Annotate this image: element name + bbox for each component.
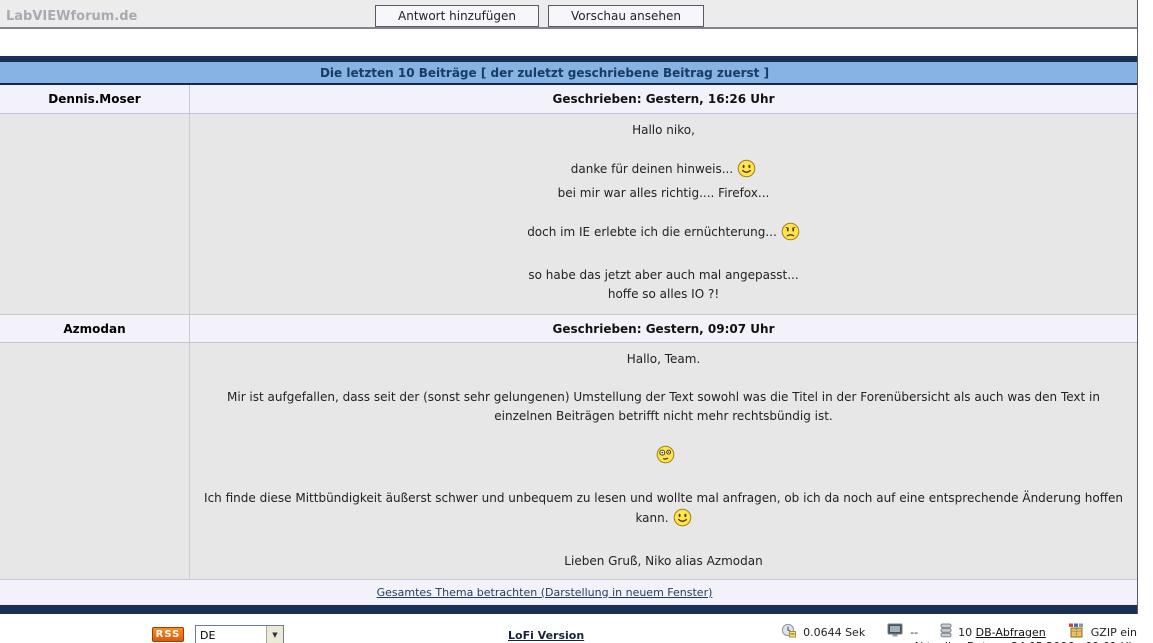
author-name: Dennis.Moser (48, 92, 141, 106)
topbar-buttons: Antwort hinzufügen Vorschau ansehen (375, 5, 704, 27)
post-text-line: so habe das jetzt aber auch mal angepass… (528, 268, 799, 282)
author-cell: Azmodan (0, 315, 190, 342)
thread-title: Die letzten 10 Beiträge [ der zuletzt ge… (319, 65, 770, 80)
post-content: Hallo, Team. Mir ist aufgefallen, dass s… (190, 343, 1137, 579)
database-icon (940, 623, 952, 641)
post-date-cell: Geschrieben: Gestern, 16:26 Uhr (190, 85, 1137, 113)
exec-time: 0.0644 Sek (803, 625, 866, 639)
post-text-line: bei mir war alles richtig.... Firefox... (557, 186, 770, 200)
smiley-smile-icon (673, 508, 692, 533)
post-content: Hallo niko, danke für deinen hinweis... b… (190, 114, 1137, 314)
post-text-line (202, 470, 1125, 489)
chevron-down-icon: ▼ (266, 626, 283, 643)
post-text-line: Mir ist aufgefallen, dass seit der (sons… (227, 390, 1100, 423)
performance-info-row: 0.0644 Sek -- 10 DB-Abfragen GZIP ein (781, 623, 1137, 641)
post-text-line: hoffe so alles IO ?! (607, 287, 720, 301)
spacer (0, 29, 1137, 56)
author-name: Azmodan (63, 321, 126, 336)
post-text-line: Hallo, Team. (626, 352, 701, 366)
post-header: Azmodan Geschrieben: Gestern, 09:07 Uhr (0, 315, 1137, 343)
post-text-line (202, 247, 1125, 266)
post-row: Dennis.Moser Geschrieben: Gestern, 16:26 … (0, 85, 1137, 315)
post-text-line: danke für deinen hinweis... (202, 159, 1125, 184)
post-text-line: Ich finde diese Mittbündigkeit äußerst s… (202, 489, 1125, 533)
gzip-compression-icon (1068, 623, 1085, 641)
smiley-smile-icon (737, 159, 756, 184)
smiley-sad-icon (781, 222, 800, 247)
post-text-line: Lieben Gruß, Niko alias Azmodan (564, 554, 763, 568)
author-cell: Dennis.Moser (0, 85, 190, 113)
post-text-line (202, 533, 1125, 552)
thread-title-bar: Die letzten 10 Beiträge [ der zuletzt ge… (0, 62, 1137, 85)
gzip-status: GZIP ein (1090, 625, 1137, 639)
site-logo: LabVIEWforum.de (6, 9, 138, 24)
clock-icon (781, 623, 797, 641)
post-date: Geschrieben: Gestern, 09:07 Uhr (552, 321, 775, 336)
posts-container: Dennis.Moser Geschrieben: Gestern, 16:26 … (0, 85, 1137, 580)
smiley-wacko-icon (656, 445, 675, 470)
post-body-left-cell (0, 343, 190, 579)
post-body-left-cell (0, 114, 190, 314)
post-header: Dennis.Moser Geschrieben: Gestern, 16:26 … (0, 85, 1137, 114)
top-bar: LabVIEWforum.de Antwort hinzufügen Vorsc… (0, 0, 1137, 29)
add-reply-button[interactable]: Antwort hinzufügen (375, 5, 540, 27)
post-date: Geschrieben: Gestern, 16:26 Uhr (552, 92, 775, 106)
post-text-line (202, 140, 1125, 159)
thread-table: Die letzten 10 Beiträge [ der zuletzt ge… (0, 56, 1137, 614)
post-text-line (202, 445, 1125, 470)
post-text-line (202, 426, 1125, 445)
post-body: Hallo niko, danke für deinen hinweis... b… (0, 114, 1137, 315)
db-queries: 10 DB-Abfragen (958, 625, 1046, 639)
preview-button[interactable]: Vorschau ansehen (548, 5, 704, 27)
lofi-version-link[interactable]: LoFi Version (508, 629, 584, 642)
post-text-line: doch im IE erlebte ich die ernüchterung.… (202, 222, 1125, 247)
language-select-value: DE (200, 629, 216, 642)
db-queries-link[interactable]: DB-Abfragen (976, 626, 1046, 639)
view-whole-topic-link[interactable]: Gesamtes Thema betrachten (Darstellung i… (377, 586, 713, 599)
page: LabVIEWforum.de Antwort hinzufügen Vorsc… (0, 0, 1153, 643)
post-row: Azmodan Geschrieben: Gestern, 09:07 Uhr Ha… (0, 315, 1137, 580)
server-monitor-icon (887, 623, 904, 641)
post-date-cell: Geschrieben: Gestern, 09:07 Uhr (190, 315, 1137, 342)
bottom-link-row: Gesamtes Thema betrachten (Darstellung i… (0, 580, 1137, 604)
post-text-line (202, 369, 1125, 388)
table-bottom-border (0, 604, 1137, 614)
post-text-line: Hallo niko, (632, 123, 695, 137)
main-content-area: LabVIEWforum.de Antwort hinzufügen Vorsc… (0, 0, 1138, 614)
language-select[interactable]: DE ▼ (195, 625, 284, 643)
rss-badge[interactable]: RSS (152, 627, 184, 642)
post-text-line (202, 203, 1125, 222)
post-body: Hallo, Team. Mir ist aufgefallen, dass s… (0, 343, 1137, 580)
page-footer: RSS DE ▼ LoFi Version 0.0644 Sek -- 10 D… (0, 614, 1153, 643)
server-load-value: -- (910, 625, 919, 639)
